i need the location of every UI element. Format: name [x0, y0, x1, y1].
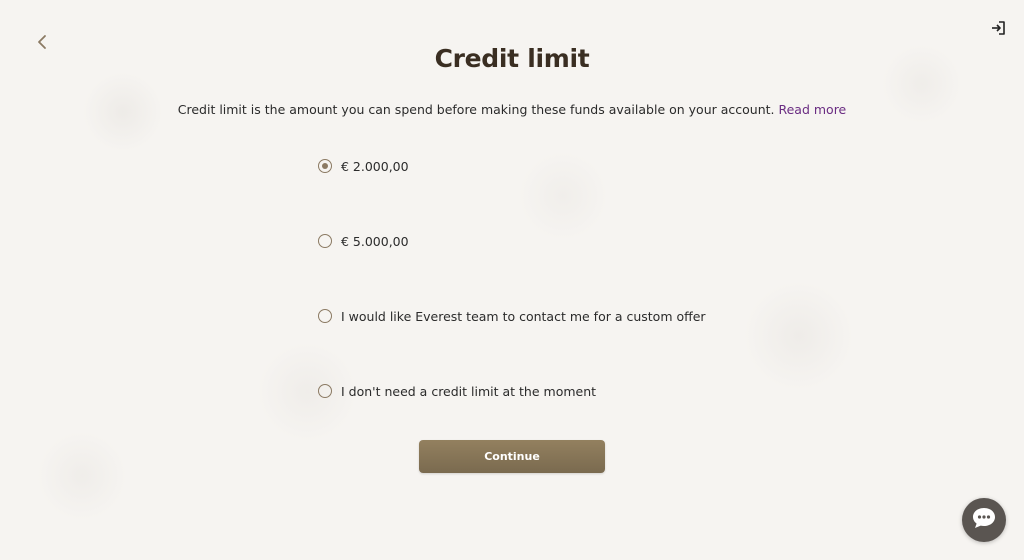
- logout-icon: [990, 20, 1006, 40]
- option-2000[interactable]: € 2.000,00: [318, 156, 738, 176]
- description: Credit limit is the amount you can spend…: [0, 102, 1024, 117]
- radio-button[interactable]: [318, 309, 332, 323]
- chat-icon: [971, 506, 997, 534]
- option-no-credit-limit[interactable]: I don't need a credit limit at the momen…: [318, 381, 738, 401]
- page-title: Credit limit: [434, 44, 590, 73]
- continue-button[interactable]: Continue: [419, 440, 605, 473]
- description-text: Credit limit is the amount you can spend…: [177, 102, 775, 117]
- option-custom-offer[interactable]: I would like Everest team to contact me …: [318, 306, 738, 326]
- chat-button[interactable]: [962, 498, 1006, 542]
- radio-button[interactable]: [318, 384, 332, 398]
- option-5000[interactable]: € 5.000,00: [318, 231, 738, 251]
- option-label: I would like Everest team to contact me …: [341, 308, 706, 324]
- option-label: I don't need a credit limit at the momen…: [341, 383, 597, 399]
- option-label: € 5.000,00: [341, 233, 409, 249]
- radio-button[interactable]: [318, 234, 332, 248]
- read-more-link[interactable]: Read more: [778, 102, 846, 117]
- logout-button[interactable]: [988, 20, 1008, 40]
- option-label: € 2.000,00: [341, 158, 409, 174]
- radio-button[interactable]: [318, 159, 332, 173]
- credit-limit-options: € 2.000,00 € 5.000,00 I would like Evere…: [318, 156, 738, 401]
- radio-selected-dot: [322, 163, 328, 169]
